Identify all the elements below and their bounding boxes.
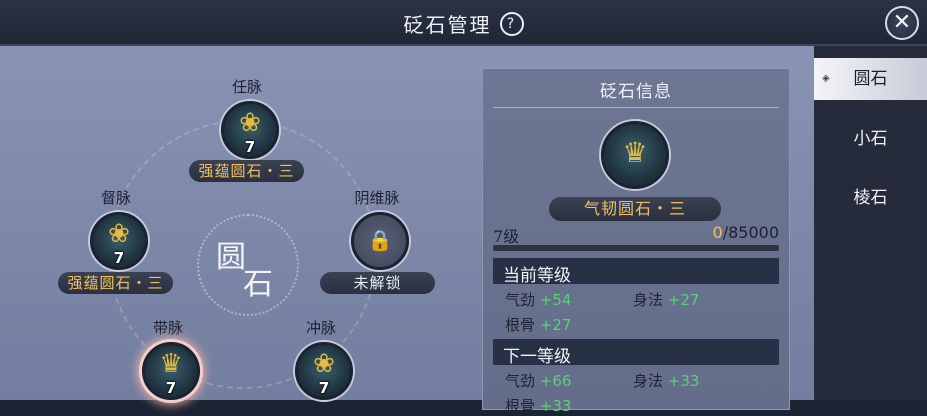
stone-level: 7级 xyxy=(493,227,520,246)
center-char-1: 圆 xyxy=(216,240,246,275)
current-level-header: 当前等级 xyxy=(493,258,779,286)
node-level: 7 xyxy=(244,138,256,156)
section-title: 下一等级 xyxy=(503,347,571,367)
help-icon[interactable]: ? xyxy=(499,11,524,36)
node-level: 7 xyxy=(318,379,330,397)
stone-name: 气韧圆石・三 xyxy=(549,197,721,221)
node-label-renmai: 任脉 xyxy=(231,78,262,96)
stat-current-shenfa: 身法 +27 xyxy=(633,291,700,309)
node-label-chongmai: 冲脉 xyxy=(305,319,336,337)
exp-total: /85000 xyxy=(722,223,779,242)
lock-icon: 🔒 xyxy=(367,228,393,252)
stat-next-shenfa: 身法 +33 xyxy=(633,372,700,390)
node-renmai[interactable]: ❀ 7 xyxy=(221,101,279,159)
node-stone-renmai: 强蕴圆石・三 xyxy=(189,160,304,182)
title-row: 砭石管理? xyxy=(0,9,927,38)
node-label-daimai: 带脉 xyxy=(152,319,183,337)
exp-readout: 0/85000 xyxy=(713,223,779,242)
close-button[interactable]: ✕ xyxy=(885,6,919,40)
next-level-header: 下一等级 xyxy=(493,339,779,367)
tab-round-stone[interactable]: ◈ 圆石 xyxy=(814,58,927,100)
node-daimai[interactable]: ♛ 7 xyxy=(142,342,200,400)
exp-progress-bar xyxy=(493,245,779,251)
category-tabs: ◈ 圆石 小石 棱石 xyxy=(814,46,927,400)
tab-edge-stone[interactable]: 棱石 xyxy=(814,177,927,219)
node-locked-label: 未解锁 xyxy=(320,272,435,294)
lotus-icon: ❀ xyxy=(108,219,130,249)
node-label-yinweimai: 阴维脉 xyxy=(354,189,400,207)
node-chongmai[interactable]: ❀ 7 xyxy=(295,342,353,400)
node-yinweimai[interactable]: 🔒 xyxy=(351,212,409,270)
lotus-icon: ❀ xyxy=(313,349,335,379)
divider xyxy=(493,107,779,108)
panel-title: 砭石信息 xyxy=(600,82,672,102)
stat-next-gengu: 根骨 +33 xyxy=(505,397,572,415)
exp-current: 0 xyxy=(712,223,723,242)
diamond-icon: ◈ xyxy=(822,73,830,84)
node-level: 7 xyxy=(113,249,125,267)
stone-info-panel: 砭石信息 ♛ 气韧圆石・三 7级 0/85000 当前等级 气劲 +54 身法 … xyxy=(482,68,790,415)
stat-current-gengu: 根骨 +27 xyxy=(505,316,572,334)
stone-glyph-icon: ♛ xyxy=(622,136,648,169)
lotus-icon: ❀ xyxy=(239,108,261,138)
stat-current-qijin: 气劲 +54 xyxy=(505,291,572,309)
node-stone-dumai: 强蕴圆石・三 xyxy=(58,272,173,294)
stone-glyph-icon: ♛ xyxy=(159,349,183,379)
stat-next-qijin: 气劲 +66 xyxy=(505,372,572,390)
page-title: 砭石管理 xyxy=(403,13,492,37)
window: 砭石管理? ✕ 圆 石 任脉 ❀ 7 强蕴圆石・三 督脉 ❀ 7 强蕴圆石・三 … xyxy=(0,0,927,415)
section-title: 当前等级 xyxy=(503,266,571,286)
title-bar: 砭石管理? ✕ xyxy=(0,0,927,46)
tab-small-stone[interactable]: 小石 xyxy=(814,118,927,160)
node-level: 7 xyxy=(165,379,177,397)
stone-icon: ♛ xyxy=(601,121,669,189)
node-dumai[interactable]: ❀ 7 xyxy=(90,212,148,270)
center-char-2: 石 xyxy=(243,267,273,302)
node-label-dumai: 督脉 xyxy=(100,189,131,207)
